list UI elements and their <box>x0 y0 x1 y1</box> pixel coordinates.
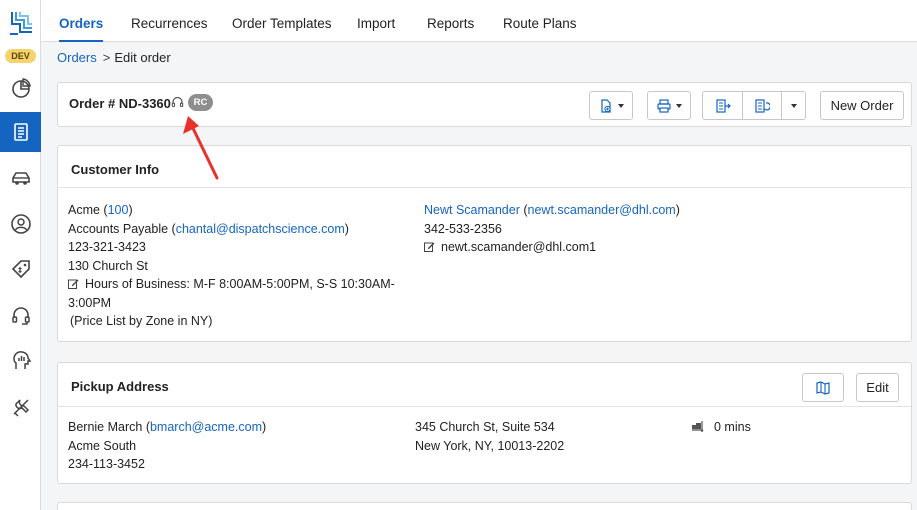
sidebar-item-reports[interactable] <box>0 340 41 380</box>
wait-time-line: 0 mins <box>691 418 751 437</box>
reports-icon <box>12 351 31 369</box>
customer-info-title: Customer Info <box>71 162 160 177</box>
billing-email-link[interactable]: chantal@dispatchscience.com <box>176 222 345 236</box>
pickup-wait-time: 0 mins <box>691 418 751 437</box>
map-button[interactable] <box>802 373 844 402</box>
app-logo[interactable] <box>8 10 34 36</box>
pickup-contact: Bernie March (bmarch@acme.com) Acme Sout… <box>68 418 266 474</box>
tab-orders[interactable]: Orders <box>59 0 104 42</box>
edit-note-icon <box>424 242 435 252</box>
tab-reports[interactable]: Reports <box>427 0 474 42</box>
analytics-icon <box>11 78 31 98</box>
breadcrumb: Orders > Edit order <box>57 50 171 65</box>
tab-recurrences[interactable]: Recurrences <box>131 0 208 42</box>
annotation-arrow <box>183 116 219 180</box>
customer-company-line: Acme (100) <box>68 203 133 217</box>
customer-details: Acme (100) Accounts Payable (chantal@dis… <box>68 201 395 331</box>
pickup-email-link[interactable]: bmarch@acme.com <box>150 420 262 434</box>
chevron-down-icon <box>618 103 624 108</box>
contact-line: Newt Scamander (newt.scamander@dhl.com) <box>424 203 680 217</box>
orders-icon <box>13 123 28 141</box>
pickup-address-line2: New York, NY, 10013-2202 <box>415 438 565 453</box>
headset-icon <box>11 307 30 325</box>
pickup-address-line1: 345 Church St, Suite 534 <box>415 420 555 434</box>
customer-id-link[interactable]: 100 <box>108 203 129 217</box>
document-export-icon <box>715 98 731 113</box>
breadcrumb-current: Edit order <box>114 50 171 65</box>
headset-icon[interactable] <box>171 96 184 109</box>
customer-address: 130 Church St <box>68 258 148 273</box>
edit-note-icon <box>68 279 79 289</box>
document-add-icon <box>601 98 611 113</box>
sidebar-item-support[interactable] <box>0 296 41 336</box>
business-hours-continued: 3:00PM <box>68 295 112 310</box>
breadcrumb-orders-link[interactable]: Orders <box>57 50 97 65</box>
breadcrumb-separator: > <box>102 50 111 65</box>
contact-note: newt.scamander@dhl.com1 <box>441 240 597 254</box>
pickup-address-header <box>58 363 911 407</box>
sidebar: DEV <box>0 0 41 510</box>
printer-icon <box>657 98 671 113</box>
contact-email-link[interactable]: newt.scamander@dhl.com <box>528 203 676 217</box>
sidebar-item-pricing[interactable] <box>0 249 41 289</box>
billing-contact-line: Accounts Payable (chantal@dispatchscienc… <box>68 221 349 236</box>
env-badge: DEV <box>5 49 36 63</box>
document-revert-icon <box>755 98 770 113</box>
pickup-address-card: Pickup Address Edit Bernie March (bmarch… <box>57 362 912 484</box>
new-order-button[interactable]: New Order <box>820 91 904 120</box>
vehicle-icon <box>11 172 30 185</box>
next-section-card <box>57 502 912 510</box>
sidebar-item-vehicles[interactable] <box>0 158 41 198</box>
contact-phone: 342-533-2356 <box>424 221 502 236</box>
tools-icon <box>12 399 29 417</box>
price-list: (Price List by Zone in NY) <box>70 314 213 328</box>
wait-time: 0 mins <box>714 420 751 434</box>
contact-note-line: newt.scamander@dhl.com1 <box>424 238 680 257</box>
sidebar-item-users[interactable] <box>0 204 41 244</box>
pickup-company: Acme South <box>68 438 137 453</box>
dolly-icon <box>692 421 704 432</box>
customer-contact: Newt Scamander (newt.scamander@dhl.com) … <box>424 201 680 257</box>
revert-order-button[interactable] <box>742 91 782 120</box>
tab-order-templates[interactable]: Order Templates <box>232 0 332 42</box>
customer-phone: 123-321-3423 <box>68 240 146 254</box>
sidebar-item-orders[interactable] <box>0 112 41 152</box>
order-title: Order # ND-3360 <box>69 96 171 111</box>
status-badge: RC <box>188 94 213 111</box>
user-icon <box>10 214 31 234</box>
tab-route-plans[interactable]: Route Plans <box>503 0 577 42</box>
business-hours-line: Hours of Business: M-F 8:00AM-5:00PM, S-… <box>68 275 395 294</box>
pickup-address: 345 Church St, Suite 534 New York, NY, 1… <box>415 418 564 455</box>
chevron-down-icon <box>676 103 682 108</box>
pickup-contact-line: Bernie March (bmarch@acme.com) <box>68 420 267 434</box>
billing-contact: Accounts Payable <box>68 221 169 236</box>
sidebar-item-analytics[interactable] <box>0 68 41 108</box>
top-tabs: Orders Recurrences Order Templates Impor… <box>41 0 917 42</box>
export-order-button[interactable] <box>702 91 743 120</box>
pickup-contact-name: Bernie March <box>68 420 143 434</box>
chevron-down-icon <box>790 103 797 108</box>
document-menu-button[interactable] <box>589 91 633 120</box>
business-hours: Hours of Business: M-F 8:00AM-5:00PM, S-… <box>85 277 395 291</box>
pickup-address-title: Pickup Address <box>71 379 169 394</box>
edit-pickup-button[interactable]: Edit <box>856 373 899 402</box>
price-tag-icon <box>11 260 30 279</box>
sidebar-item-tools[interactable] <box>0 387 41 427</box>
print-menu-button[interactable] <box>647 91 691 120</box>
tab-import[interactable]: Import <box>357 0 395 42</box>
contact-name-link[interactable]: Newt Scamander <box>424 203 520 217</box>
map-icon <box>816 380 830 395</box>
pickup-phone: 234-113-3452 <box>68 457 145 471</box>
customer-company: Acme <box>68 203 100 217</box>
more-actions-dropdown[interactable] <box>781 91 806 120</box>
